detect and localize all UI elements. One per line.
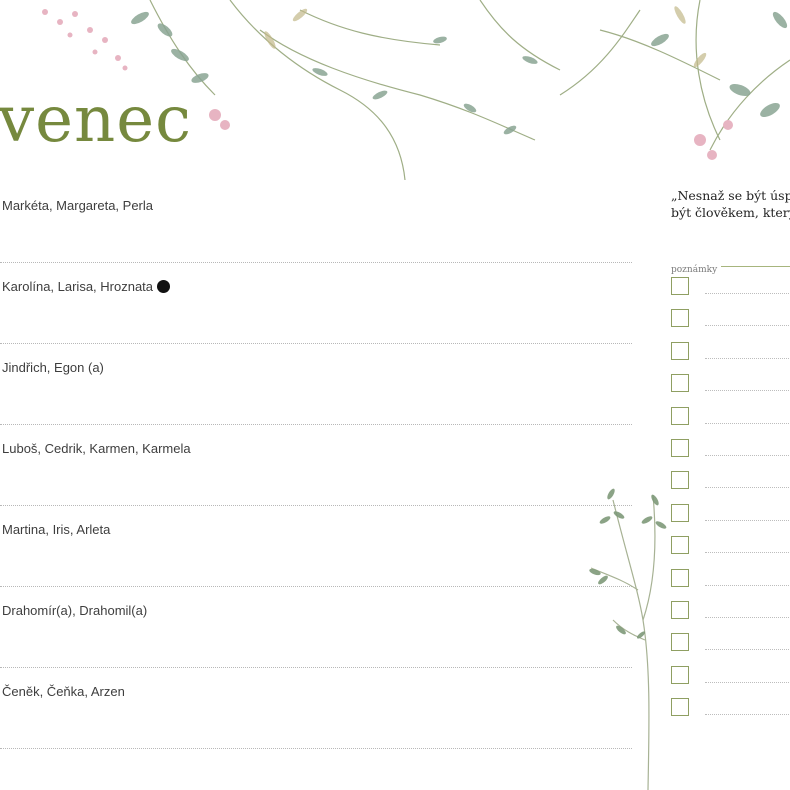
- checklist-item[interactable]: [671, 374, 790, 396]
- checklist-item[interactable]: [671, 309, 790, 331]
- checklist-item[interactable]: [671, 536, 790, 558]
- checkbox[interactable]: [671, 439, 689, 457]
- row-separator: [0, 748, 632, 749]
- day-row[interactable]: Karolína, Larisa, Hroznata: [0, 279, 632, 360]
- note-line[interactable]: [705, 422, 790, 424]
- quote-line: být člověkem, který z: [671, 205, 790, 220]
- checkbox[interactable]: [671, 406, 689, 425]
- checklist-item[interactable]: [671, 341, 790, 364]
- row-separator: [0, 667, 632, 668]
- checkbox[interactable]: [671, 601, 689, 619]
- row-separator: [0, 505, 632, 506]
- row-separator: [0, 343, 632, 344]
- checklist-item[interactable]: [671, 568, 790, 591]
- checklist-item[interactable]: [671, 503, 790, 526]
- day-row[interactable]: Jindřich, Egon (a): [0, 360, 632, 441]
- quote-line: „Nesnaž se být úspěš: [671, 188, 790, 203]
- checklist-item[interactable]: [671, 698, 790, 720]
- checkbox[interactable]: [671, 309, 689, 328]
- checklist-item[interactable]: [671, 406, 790, 429]
- checkbox[interactable]: [671, 536, 689, 555]
- note-line[interactable]: [705, 390, 790, 392]
- notes-header: poznámky: [671, 259, 790, 275]
- checkbox[interactable]: [671, 665, 689, 684]
- note-line[interactable]: [705, 357, 790, 359]
- name-day-label: Karolína, Larisa, Hroznata: [2, 279, 171, 294]
- row-separator: [0, 586, 632, 587]
- name-day-label: Čeněk, Čeňka, Arzen: [2, 684, 125, 699]
- name-day-label: Drahomír(a), Drahomil(a): [2, 603, 148, 618]
- checklist-item[interactable]: [671, 665, 790, 688]
- note-line[interactable]: [705, 325, 790, 327]
- note-line[interactable]: [705, 584, 790, 586]
- checkbox[interactable]: [671, 633, 689, 652]
- filled-circle-marker: [157, 280, 171, 293]
- note-line[interactable]: [705, 681, 790, 683]
- row-separator: [0, 262, 632, 263]
- note-line[interactable]: [705, 455, 790, 456]
- month-title: venec: [0, 83, 192, 157]
- checkbox[interactable]: [671, 471, 689, 490]
- day-row[interactable]: Martina, Iris, Arleta: [0, 522, 632, 603]
- checkbox[interactable]: [671, 568, 689, 587]
- name-day-label: Markéta, Margareta, Perla: [2, 198, 154, 213]
- notes-label: poznámky: [671, 265, 722, 275]
- checkbox[interactable]: [671, 341, 689, 360]
- day-row[interactable]: Čeněk, Čeňka, Arzen: [0, 684, 632, 765]
- day-row[interactable]: Luboš, Cedrik, Karmen, Karmela: [0, 441, 632, 522]
- checkbox[interactable]: [671, 374, 689, 393]
- checklist-item[interactable]: [671, 439, 790, 461]
- note-line[interactable]: [705, 519, 790, 521]
- checklist-item[interactable]: [671, 601, 790, 623]
- name-day-label: Jindřich, Egon (a): [2, 360, 104, 375]
- checkbox[interactable]: [671, 277, 689, 295]
- day-row[interactable]: Drahomír(a), Drahomil(a): [0, 603, 632, 684]
- quote-text: „Nesnaž se být úspěš být člověkem, který…: [671, 187, 790, 221]
- checkbox[interactable]: [671, 503, 689, 522]
- name-day-label: Luboš, Cedrik, Karmen, Karmela: [2, 441, 191, 456]
- note-line[interactable]: [705, 293, 790, 294]
- row-separator: [0, 424, 632, 425]
- note-line[interactable]: [705, 714, 790, 716]
- note-line[interactable]: [705, 487, 790, 489]
- note-line[interactable]: [705, 552, 790, 554]
- note-line[interactable]: [705, 649, 790, 651]
- checklist-item[interactable]: [671, 471, 790, 493]
- day-row[interactable]: Markéta, Margareta, Perla: [0, 198, 632, 279]
- note-line[interactable]: [705, 617, 790, 618]
- checklist-item[interactable]: [671, 277, 790, 299]
- name-day-label: Martina, Iris, Arleta: [2, 522, 111, 537]
- checklist-item[interactable]: [671, 633, 790, 655]
- checkbox[interactable]: [671, 698, 689, 717]
